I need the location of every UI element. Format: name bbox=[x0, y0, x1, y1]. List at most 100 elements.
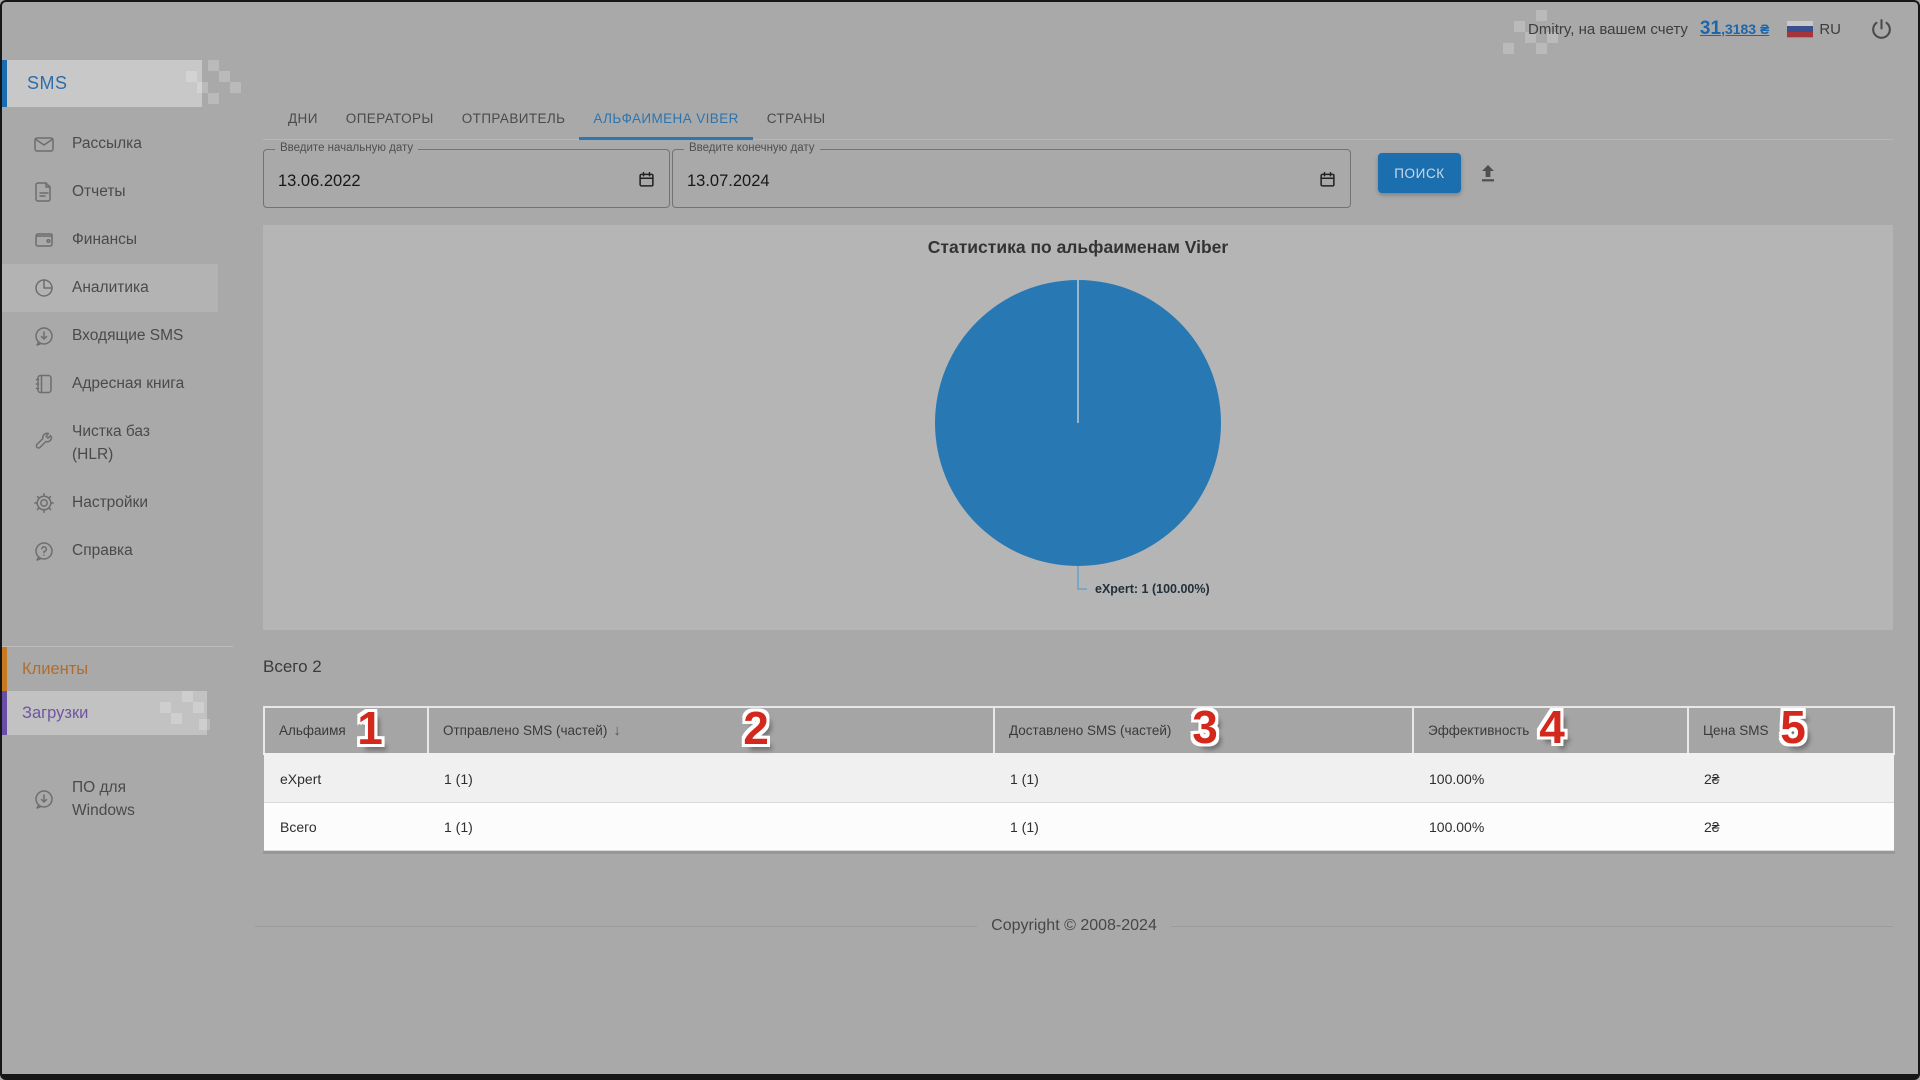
pie-slice-border bbox=[1077, 280, 1079, 423]
pie-slice-label: eXpert: 1 (100.00%) bbox=[1095, 582, 1210, 596]
balance-frac: ,3183 ₴ bbox=[1721, 21, 1769, 37]
sidebar-item-rassylka[interactable]: Рассылка bbox=[0, 120, 218, 168]
incoming-sms-icon bbox=[33, 324, 55, 348]
tab-alfaimena-viber[interactable]: АЛЬФАИМЕНА VIBER bbox=[579, 96, 752, 140]
mail-icon bbox=[33, 132, 55, 156]
sidebar-item-klienty[interactable]: Клиенты bbox=[0, 647, 233, 691]
top-header: Dmitry, на вашем счету 31,3183 ₴ RU bbox=[202, 0, 1920, 58]
sidebar-item-label: Финансы bbox=[72, 228, 190, 251]
sidebar-item-analitika[interactable]: Аналитика bbox=[0, 264, 218, 312]
clients-accent-bar bbox=[0, 647, 7, 691]
app-title: SMS bbox=[27, 73, 68, 94]
sidebar-nav: Рассылка Отчеты Финансы Аналитика Входящ… bbox=[0, 120, 218, 575]
cell-cena: 2₴ bbox=[1688, 754, 1894, 803]
annotation-marker-2: 2 bbox=[743, 703, 769, 753]
windows-software-download-icon bbox=[33, 787, 55, 811]
tab-otpravitel[interactable]: ОТПРАВИТЕЛЬ bbox=[448, 96, 580, 140]
footer-divider-line bbox=[1171, 926, 1893, 927]
table-header-row: Альфаимя Отправлено SMS (частей)↓ Достав… bbox=[264, 707, 1894, 754]
downloads-label: Загрузки bbox=[22, 704, 88, 723]
annotation-marker-3: 3 bbox=[1192, 702, 1218, 752]
search-button[interactable]: ПОИСК bbox=[1378, 153, 1461, 193]
pixel-decoration bbox=[160, 691, 210, 735]
language-label[interactable]: RU bbox=[1819, 21, 1841, 38]
cell-effektivnost: 100.00% bbox=[1413, 803, 1688, 851]
sidebar-item-label: Настройки bbox=[72, 491, 190, 514]
cell-alfaimya: eXpert bbox=[264, 754, 428, 803]
sidebar-item-label: ПО для Windows bbox=[72, 776, 190, 823]
sidebar-item-label: Справка bbox=[72, 539, 190, 562]
export-upload-icon[interactable] bbox=[1473, 158, 1503, 188]
annotation-marker-1: 1 bbox=[357, 703, 383, 753]
sidebar-item-adresnaya-kniga[interactable]: Адресная книга bbox=[0, 360, 218, 408]
cell-otpravleno: 1 (1) bbox=[428, 803, 994, 851]
sidebar-item-label: Аналитика bbox=[72, 276, 190, 299]
start-date-value[interactable]: 13.06.2022 bbox=[278, 172, 361, 191]
downloads-accent-bar bbox=[0, 691, 7, 735]
hlr-icon bbox=[33, 431, 55, 455]
user-account-text: Dmitry, на вашем счету bbox=[1528, 21, 1688, 38]
logout-power-icon[interactable] bbox=[1869, 17, 1894, 42]
finance-icon bbox=[33, 228, 55, 252]
cell-otpravleno: 1 (1) bbox=[428, 754, 994, 803]
analytics-icon bbox=[33, 276, 55, 300]
copyright-text: Copyright © 2008-2024 bbox=[991, 917, 1157, 935]
russia-flag-icon[interactable] bbox=[1787, 21, 1813, 38]
sidebar-item-label: Отчеты bbox=[72, 180, 190, 203]
footer-divider-line bbox=[255, 926, 977, 927]
sidebar-item-finansy[interactable]: Финансы bbox=[0, 216, 218, 264]
annotation-marker-4: 4 bbox=[1539, 702, 1565, 752]
alfaimena-table: Альфаимя Отправлено SMS (частей)↓ Достав… bbox=[263, 706, 1895, 851]
sidebar-item-spravka[interactable]: Справка bbox=[0, 527, 218, 575]
sidebar-item-zagruzki[interactable]: Загрузки bbox=[0, 691, 207, 735]
chart-title: Статистика по альфаименам Viber bbox=[263, 237, 1893, 258]
annotation-marker-5: 5 bbox=[1780, 702, 1806, 752]
column-header-otpravleno[interactable]: Отправлено SMS (частей)↓ bbox=[428, 707, 994, 754]
table-row-total[interactable]: Всего 1 (1) 1 (1) 100.00% 2₴ bbox=[264, 803, 1894, 851]
tab-dni[interactable]: ДНИ bbox=[274, 96, 332, 140]
sort-descending-icon[interactable]: ↓ bbox=[613, 722, 621, 739]
cell-dostavleno: 1 (1) bbox=[994, 754, 1413, 803]
cell-dostavleno: 1 (1) bbox=[994, 803, 1413, 851]
analytics-tabs: ДНИ ОПЕРАТОРЫ ОТПРАВИТЕЛЬ АЛЬФАИМЕНА VIB… bbox=[274, 96, 840, 140]
tab-strany[interactable]: СТРАНЫ bbox=[753, 96, 840, 140]
start-date-label: Введите начальную дату bbox=[275, 142, 418, 154]
sidebar-item-nastroyki[interactable]: Настройки bbox=[0, 479, 218, 527]
pixel-decoration bbox=[175, 60, 235, 107]
help-icon bbox=[33, 539, 55, 563]
end-date-label: Введите конечную дату bbox=[684, 142, 820, 154]
cell-alfaimya: Всего bbox=[264, 803, 428, 851]
sidebar-item-otchety[interactable]: Отчеты bbox=[0, 168, 218, 216]
sidebar-item-label: Чистка баз (HLR) bbox=[72, 420, 190, 467]
start-date-field[interactable]: Введите начальную дату 13.06.2022 bbox=[263, 149, 670, 208]
end-date-value[interactable]: 13.07.2024 bbox=[687, 172, 770, 191]
sidebar-item-label: Рассылка bbox=[72, 132, 190, 155]
table-row[interactable]: eXpert 1 (1) 1 (1) 100.00% 2₴ bbox=[264, 754, 1894, 803]
pie-label-leader-line bbox=[1077, 566, 1079, 590]
report-icon bbox=[33, 180, 55, 204]
sidebar-sections: Клиенты Загрузки bbox=[0, 646, 233, 735]
cell-effektivnost: 100.00% bbox=[1413, 754, 1688, 803]
cell-cena: 2₴ bbox=[1688, 803, 1894, 851]
end-date-field[interactable]: Введите конечную дату 13.07.2024 bbox=[672, 149, 1351, 208]
column-header-alfaimya[interactable]: Альфаимя bbox=[264, 707, 428, 754]
calendar-icon[interactable] bbox=[638, 171, 655, 193]
balance-link[interactable]: 31,3183 ₴ bbox=[1700, 18, 1769, 40]
sidebar: SMS Рассылка Отчеты Финансы Аналитика Вх… bbox=[0, 0, 218, 1080]
address-book-icon bbox=[33, 372, 55, 396]
sidebar-item-label: Адресная книга bbox=[72, 372, 190, 395]
sidebar-item-po-dlya-windows[interactable]: ПО для Windows bbox=[0, 764, 218, 835]
settings-icon bbox=[33, 491, 55, 515]
sidebar-item-chistka-baz[interactable]: Чистка баз (HLR) bbox=[0, 408, 218, 479]
tab-operatory[interactable]: ОПЕРАТОРЫ bbox=[332, 96, 448, 140]
footer: Copyright © 2008-2024 bbox=[255, 917, 1893, 935]
calendar-icon[interactable] bbox=[1319, 171, 1336, 193]
sidebar-item-label: Входящие SMS bbox=[72, 324, 190, 347]
pie-chart[interactable] bbox=[935, 280, 1221, 566]
sidebar-software: ПО для Windows bbox=[0, 764, 218, 835]
balance-int: 31 bbox=[1700, 18, 1721, 39]
active-app-bar bbox=[0, 60, 7, 107]
sidebar-item-vhodyashchie-sms[interactable]: Входящие SMS bbox=[0, 312, 218, 360]
sidebar-app-header[interactable]: SMS bbox=[0, 60, 202, 107]
viber-stats-chart-panel: Статистика по альфаименам Viber eXpert: … bbox=[263, 225, 1893, 630]
